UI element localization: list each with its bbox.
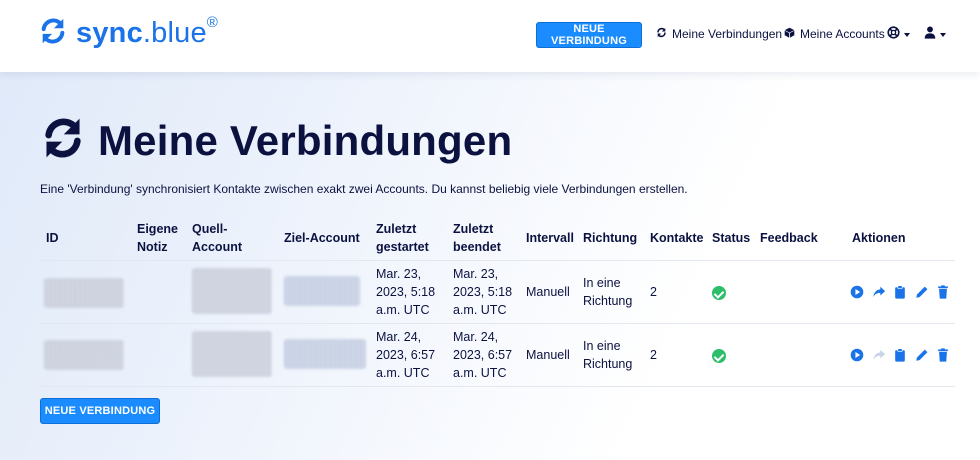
interval: Manuell [526,348,570,362]
chevron-down-icon [904,33,910,37]
pencil-icon[interactable] [915,348,929,362]
col-header-actions: Aktionen [852,231,906,245]
nav-my-accounts[interactable]: Meine Accounts [784,27,885,41]
user-dropdown[interactable] [924,26,946,44]
divider [40,386,955,387]
play-icon[interactable] [850,348,864,362]
lifebuoy-icon [887,26,900,44]
help-dropdown[interactable] [887,26,910,44]
col-header-direction: Richtung [583,231,638,245]
col-header-id: ID [46,231,59,245]
pencil-icon[interactable] [915,285,929,299]
last-started: Mar. 23, 2023, 5:18 a.m. UTC [376,267,436,317]
contacts-count: 2 [650,348,657,362]
col-header-feedback: Feedback [760,231,818,245]
clipboard-icon[interactable] [894,285,908,299]
nav-my-accounts-label: Meine Accounts [800,27,885,41]
col-header-target: Ziel-Account [284,231,360,245]
user-icon [924,26,936,44]
direction: In eine Richtung [583,276,633,308]
col-header-note: Eigene Notiz [137,222,178,254]
play-icon[interactable] [850,285,864,299]
redacted-source-account [192,331,272,377]
divider [40,260,955,261]
redacted-id [44,340,124,370]
divider [40,323,955,324]
col-header-interval: Intervall [526,231,574,245]
chevron-down-icon [940,33,946,37]
status-ok-icon [712,349,726,363]
share-icon [872,348,886,362]
contacts-count: 2 [650,285,657,299]
last-ended: Mar. 23, 2023, 5:18 a.m. UTC [453,267,513,317]
share-icon[interactable] [872,285,886,299]
page-title-text: Meine Verbindungen [98,116,513,164]
page-title: Meine Verbindungen [40,115,512,166]
col-header-status: Status [712,231,751,245]
nav-my-connections[interactable]: Meine Verbindungen [656,27,782,41]
clipboard-icon[interactable] [894,348,908,362]
sync-logo-icon [38,16,68,51]
redacted-target-account [284,276,360,306]
interval: Manuell [526,285,570,299]
status-ok-icon [712,286,726,300]
cube-icon [784,27,800,41]
redacted-source-account [192,268,272,314]
sync-icon [656,27,672,41]
nav-my-connections-label: Meine Verbindungen [672,27,783,41]
new-connection-button[interactable]: NEUE VERBINDUNG [536,22,642,48]
col-header-ended: Zuletzt beendet [453,222,501,254]
direction: In eine Richtung [583,339,633,371]
trash-icon[interactable] [937,285,951,299]
last-started: Mar. 24, 2023, 6:57 a.m. UTC [376,330,436,380]
top-navbar: sync.blue® NEUE VERBINDUNG Meine Verbind… [0,0,980,72]
col-header-started: Zuletzt gestartet [376,222,429,254]
logo[interactable]: sync.blue® [38,14,219,51]
redacted-target-account [284,339,366,369]
redacted-id [44,278,124,308]
last-ended: Mar. 24, 2023, 6:57 a.m. UTC [453,330,513,380]
trash-icon[interactable] [937,348,951,362]
new-connection-button-bottom[interactable]: NEUE VERBINDUNG [40,398,160,424]
sync-icon [40,115,86,166]
col-header-contacts: Kontakte [650,231,704,245]
page-description: Eine 'Verbindung' synchronisiert Kontakt… [40,182,688,196]
brand-name: sync.blue® [76,14,219,49]
col-header-source: Quell- Account [192,222,242,254]
